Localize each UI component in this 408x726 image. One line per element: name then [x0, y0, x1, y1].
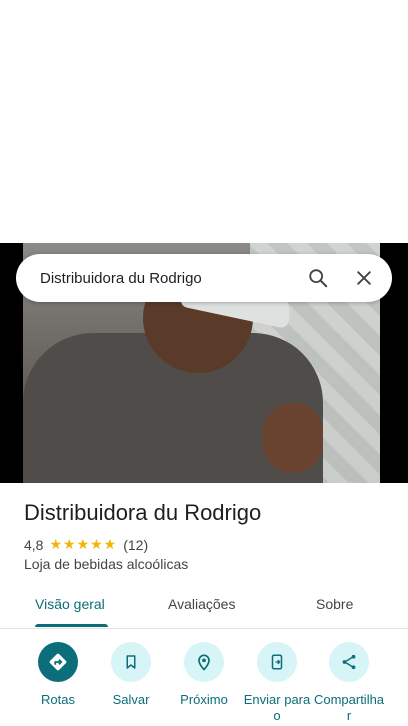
search-bar[interactable]: Distribuidora du Rodrigo: [16, 254, 392, 302]
share-label: Compartilha r: [313, 692, 385, 723]
close-icon[interactable]: [346, 260, 382, 296]
directions-icon: [38, 642, 78, 682]
directions-button[interactable]: Rotas: [18, 642, 98, 708]
tab-about[interactable]: Sobre: [316, 596, 353, 612]
star-rating-icon: ★★★★★: [49, 536, 118, 552]
nearby-label: Próximo: [180, 692, 228, 707]
send-to-phone-button[interactable]: Enviar para o: [237, 642, 317, 724]
tab-bar: Visão geral Avaliações Sobre: [0, 584, 408, 629]
tab-reviews[interactable]: Avaliações: [168, 596, 235, 612]
rating-value: 4,8: [24, 536, 44, 553]
search-icon[interactable]: [300, 260, 336, 296]
place-category: Loja de bebidas alcoólicas: [24, 556, 189, 572]
share-icon: [329, 642, 369, 682]
save-button[interactable]: Salvar: [91, 642, 171, 708]
nearby-icon: [184, 642, 224, 682]
photo-person-hand: [263, 403, 323, 473]
directions-label: Rotas: [41, 692, 75, 707]
rating-row[interactable]: 4,8 ★★★★★ (12): [24, 536, 148, 553]
share-button[interactable]: Compartilha r: [309, 642, 389, 724]
bookmark-icon: [111, 642, 151, 682]
tab-overview[interactable]: Visão geral: [35, 596, 105, 612]
review-count: (12): [123, 536, 149, 553]
search-input[interactable]: Distribuidora du Rodrigo: [16, 270, 300, 287]
place-title: Distribuidora du Rodrigo: [24, 500, 262, 525]
active-tab-indicator: [35, 624, 108, 627]
send-to-phone-icon: [257, 642, 297, 682]
send-to-phone-label: Enviar para o: [243, 692, 311, 723]
nearby-button[interactable]: Próximo: [164, 642, 244, 708]
action-bar: Rotas Salvar Próximo Enviar para o Compa…: [0, 636, 408, 726]
save-label: Salvar: [112, 692, 150, 707]
